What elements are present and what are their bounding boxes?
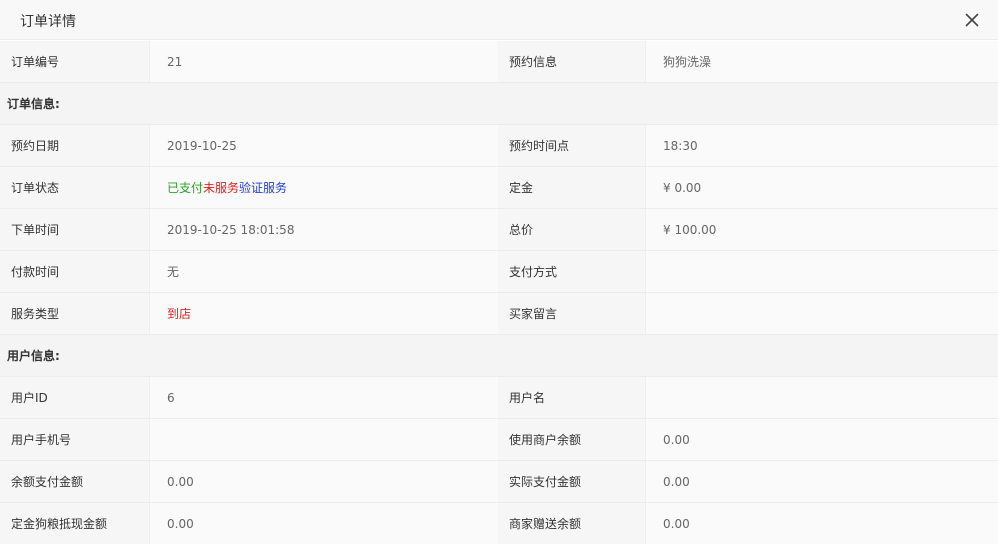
order-time-value: 2019-10-25 18:01:58 xyxy=(150,209,498,250)
table-row: 订单状态 已支付 未服务 验证服务 定金 ¥ 0.00 xyxy=(0,167,998,209)
username-label: 用户名 xyxy=(498,377,646,418)
service-type-label: 服务类型 xyxy=(0,293,150,334)
verify-service-link[interactable]: 验证服务 xyxy=(239,179,287,196)
buyer-note-label: 买家留言 xyxy=(498,293,646,334)
total-price-label: 总价 xyxy=(498,209,646,250)
status-paid: 已支付 xyxy=(167,181,204,195)
phone-value xyxy=(150,419,498,460)
table-row: 余额支付金额 0.00 实际支付金额 0.00 xyxy=(0,461,998,503)
table-row: 用户手机号 使用商户余额 0.00 xyxy=(0,419,998,461)
order-detail-dialog: 订单详情 订单编号 21 预约信息 狗狗洗澡 订单信息: 预约日期 2019-1… xyxy=(0,0,998,544)
order-status-value: 已支付 未服务 验证服务 xyxy=(150,167,498,208)
order-time-label: 下单时间 xyxy=(0,209,150,250)
order-no-value: 21 xyxy=(150,41,498,82)
table-row: 服务类型 到店 买家留言 xyxy=(0,293,998,335)
order-status-label: 订单状态 xyxy=(0,167,150,208)
booking-info-label: 预约信息 xyxy=(498,41,646,82)
merchant-balance-value: 0.00 xyxy=(646,419,998,460)
table-row: 下单时间 2019-10-25 18:01:58 总价 ¥ 100.00 xyxy=(0,209,998,251)
deposit-offset-value: 0.00 xyxy=(150,503,498,544)
balance-pay-value: 0.00 xyxy=(150,461,498,502)
deposit-offset-label: 定金狗粮抵现金额 xyxy=(0,503,150,544)
table-row: 用户ID 6 用户名 xyxy=(0,377,998,419)
buyer-note-value xyxy=(646,293,998,334)
service-type-value: 到店 xyxy=(150,293,498,334)
table-row: 预约日期 2019-10-25 预约时间点 18:30 xyxy=(0,125,998,167)
deposit-label: 定金 xyxy=(498,167,646,208)
close-button[interactable] xyxy=(960,8,984,32)
table-row: 订单编号 21 预约信息 狗狗洗澡 xyxy=(0,41,998,83)
table-row: 付款时间 无 支付方式 xyxy=(0,251,998,293)
user-info-heading: 用户信息: xyxy=(0,335,998,377)
pay-method-value xyxy=(646,251,998,292)
close-icon xyxy=(965,13,979,27)
merchant-balance-label: 使用商户余额 xyxy=(498,419,646,460)
username-value xyxy=(646,377,998,418)
user-id-label: 用户ID xyxy=(0,377,150,418)
status-unserved: 未服务 xyxy=(203,181,240,195)
actual-pay-label: 实际支付金额 xyxy=(498,461,646,502)
gift-balance-label: 商家赠送余额 xyxy=(498,503,646,544)
phone-label: 用户手机号 xyxy=(0,419,150,460)
detail-table: 订单编号 21 预约信息 狗狗洗澡 订单信息: 预约日期 2019-10-25 … xyxy=(0,41,998,544)
pay-method-label: 支付方式 xyxy=(498,251,646,292)
booking-info-value: 狗狗洗澡 xyxy=(646,41,998,82)
pay-time-value: 无 xyxy=(150,251,498,292)
actual-pay-value: 0.00 xyxy=(646,461,998,502)
total-price-value: ¥ 100.00 xyxy=(646,209,998,250)
user-id-value: 6 xyxy=(150,377,498,418)
service-type-text: 到店 xyxy=(167,307,192,321)
booking-date-label: 预约日期 xyxy=(0,125,150,166)
pay-time-label: 付款时间 xyxy=(0,251,150,292)
gift-balance-value: 0.00 xyxy=(646,503,998,544)
dialog-header: 订单详情 xyxy=(0,0,998,40)
booking-date-value: 2019-10-25 xyxy=(150,125,498,166)
balance-pay-label: 余额支付金额 xyxy=(0,461,150,502)
order-no-label: 订单编号 xyxy=(0,41,150,82)
deposit-value: ¥ 0.00 xyxy=(646,167,998,208)
booking-time-value: 18:30 xyxy=(646,125,998,166)
order-info-heading: 订单信息: xyxy=(0,83,998,125)
dialog-title: 订单详情 xyxy=(20,14,76,30)
booking-time-label: 预约时间点 xyxy=(498,125,646,166)
table-row: 定金狗粮抵现金额 0.00 商家赠送余额 0.00 xyxy=(0,503,998,544)
